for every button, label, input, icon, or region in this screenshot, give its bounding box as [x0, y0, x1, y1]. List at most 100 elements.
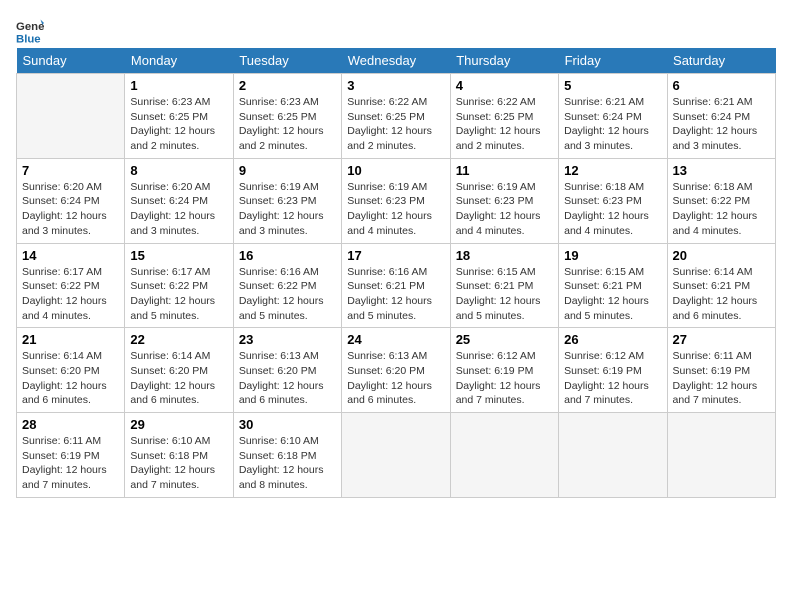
day-number: 27	[673, 332, 770, 347]
calendar-cell	[667, 413, 775, 498]
day-number: 3	[347, 78, 444, 93]
calendar-cell: 16 Sunrise: 6:16 AM Sunset: 6:22 PM Dayli…	[233, 243, 341, 328]
calendar-cell: 9 Sunrise: 6:19 AM Sunset: 6:23 PM Daylig…	[233, 158, 341, 243]
calendar-week-1: 1Sunrise: 6:23 AM Sunset: 6:25 PM Daylig…	[17, 74, 776, 159]
day-info: Sunrise: 6:14 AM Sunset: 6:21 PM Dayligh…	[673, 265, 770, 324]
calendar-week-3: 14Sunrise: 6:17 AM Sunset: 6:22 PM Dayli…	[17, 243, 776, 328]
calendar-cell	[450, 413, 558, 498]
logo-icon: General Blue	[16, 16, 44, 44]
day-info: Sunrise: 6:19 AM Sunset: 6:23 PM Dayligh…	[239, 180, 336, 239]
calendar-cell: 27 Sunrise: 6:11 AM Sunset: 6:19 PM Dayli…	[667, 328, 775, 413]
day-number: 6	[673, 78, 770, 93]
day-number: 15	[130, 248, 227, 263]
day-header-saturday: Saturday	[667, 48, 775, 74]
day-number: 29	[130, 417, 227, 432]
day-info: Sunrise: 6:21 AM Sunset: 6:24 PM Dayligh…	[564, 95, 661, 154]
calendar-cell: 1Sunrise: 6:23 AM Sunset: 6:25 PM Daylig…	[125, 74, 233, 159]
day-info: Sunrise: 6:15 AM Sunset: 6:21 PM Dayligh…	[456, 265, 553, 324]
calendar-cell: 25Sunrise: 6:12 AM Sunset: 6:19 PM Dayli…	[450, 328, 558, 413]
calendar-cell	[342, 413, 450, 498]
calendar-cell: 12 Sunrise: 6:18 AM Sunset: 6:23 PM Dayli…	[559, 158, 667, 243]
day-header-friday: Friday	[559, 48, 667, 74]
calendar-cell: 23 Sunrise: 6:13 AM Sunset: 6:20 PM Dayli…	[233, 328, 341, 413]
day-info: Sunrise: 6:22 AM Sunset: 6:25 PM Dayligh…	[347, 95, 444, 154]
day-number: 5	[564, 78, 661, 93]
day-number: 4	[456, 78, 553, 93]
day-info: Sunrise: 6:10 AM Sunset: 6:18 PM Dayligh…	[239, 434, 336, 493]
calendar-cell: 17Sunrise: 6:16 AM Sunset: 6:21 PM Dayli…	[342, 243, 450, 328]
day-number: 24	[347, 332, 444, 347]
day-number: 17	[347, 248, 444, 263]
day-info: Sunrise: 6:22 AM Sunset: 6:25 PM Dayligh…	[456, 95, 553, 154]
day-info: Sunrise: 6:13 AM Sunset: 6:20 PM Dayligh…	[239, 349, 336, 408]
calendar-week-2: 7Sunrise: 6:20 AM Sunset: 6:24 PM Daylig…	[17, 158, 776, 243]
day-info: Sunrise: 6:14 AM Sunset: 6:20 PM Dayligh…	[22, 349, 119, 408]
day-number: 22	[130, 332, 227, 347]
day-number: 30	[239, 417, 336, 432]
calendar-week-5: 28 Sunrise: 6:11 AM Sunset: 6:19 PM Dayli…	[17, 413, 776, 498]
day-number: 13	[673, 163, 770, 178]
day-info: Sunrise: 6:11 AM Sunset: 6:19 PM Dayligh…	[22, 434, 119, 493]
calendar-cell: 2 Sunrise: 6:23 AM Sunset: 6:25 PM Daylig…	[233, 74, 341, 159]
logo: General Blue	[16, 16, 48, 44]
day-number: 19	[564, 248, 661, 263]
calendar-cell: 4 Sunrise: 6:22 AM Sunset: 6:25 PM Daylig…	[450, 74, 558, 159]
day-info: Sunrise: 6:19 AM Sunset: 6:23 PM Dayligh…	[347, 180, 444, 239]
day-info: Sunrise: 6:17 AM Sunset: 6:22 PM Dayligh…	[22, 265, 119, 324]
day-header-wednesday: Wednesday	[342, 48, 450, 74]
day-number: 12	[564, 163, 661, 178]
calendar-cell: 5 Sunrise: 6:21 AM Sunset: 6:24 PM Daylig…	[559, 74, 667, 159]
calendar-header-row: SundayMondayTuesdayWednesdayThursdayFrid…	[17, 48, 776, 74]
calendar-cell: 10 Sunrise: 6:19 AM Sunset: 6:23 PM Dayli…	[342, 158, 450, 243]
day-info: Sunrise: 6:23 AM Sunset: 6:25 PM Dayligh…	[239, 95, 336, 154]
calendar-cell: 21Sunrise: 6:14 AM Sunset: 6:20 PM Dayli…	[17, 328, 125, 413]
svg-text:Blue: Blue	[16, 33, 41, 44]
day-number: 28	[22, 417, 119, 432]
day-info: Sunrise: 6:17 AM Sunset: 6:22 PM Dayligh…	[130, 265, 227, 324]
day-header-thursday: Thursday	[450, 48, 558, 74]
day-number: 2	[239, 78, 336, 93]
calendar-cell: 3 Sunrise: 6:22 AM Sunset: 6:25 PM Daylig…	[342, 74, 450, 159]
day-info: Sunrise: 6:21 AM Sunset: 6:24 PM Dayligh…	[673, 95, 770, 154]
calendar-cell	[17, 74, 125, 159]
day-info: Sunrise: 6:18 AM Sunset: 6:22 PM Dayligh…	[673, 180, 770, 239]
page-header: General Blue	[16, 16, 776, 44]
calendar-cell: 15 Sunrise: 6:17 AM Sunset: 6:22 PM Dayli…	[125, 243, 233, 328]
calendar-cell: 18 Sunrise: 6:15 AM Sunset: 6:21 PM Dayli…	[450, 243, 558, 328]
calendar-cell: 8 Sunrise: 6:20 AM Sunset: 6:24 PM Daylig…	[125, 158, 233, 243]
calendar-cell: 19Sunrise: 6:15 AM Sunset: 6:21 PM Dayli…	[559, 243, 667, 328]
calendar-cell: 14Sunrise: 6:17 AM Sunset: 6:22 PM Dayli…	[17, 243, 125, 328]
day-number: 10	[347, 163, 444, 178]
day-info: Sunrise: 6:11 AM Sunset: 6:19 PM Dayligh…	[673, 349, 770, 408]
day-number: 11	[456, 163, 553, 178]
day-info: Sunrise: 6:20 AM Sunset: 6:24 PM Dayligh…	[130, 180, 227, 239]
calendar-cell	[559, 413, 667, 498]
day-number: 18	[456, 248, 553, 263]
day-info: Sunrise: 6:16 AM Sunset: 6:22 PM Dayligh…	[239, 265, 336, 324]
calendar-cell: 7Sunrise: 6:20 AM Sunset: 6:24 PM Daylig…	[17, 158, 125, 243]
day-header-sunday: Sunday	[17, 48, 125, 74]
calendar-cell: 6 Sunrise: 6:21 AM Sunset: 6:24 PM Daylig…	[667, 74, 775, 159]
calendar-week-4: 21Sunrise: 6:14 AM Sunset: 6:20 PM Dayli…	[17, 328, 776, 413]
svg-text:General: General	[16, 21, 44, 33]
calendar-table: SundayMondayTuesdayWednesdayThursdayFrid…	[16, 48, 776, 498]
calendar-cell: 29 Sunrise: 6:10 AM Sunset: 6:18 PM Dayli…	[125, 413, 233, 498]
calendar-cell: 20Sunrise: 6:14 AM Sunset: 6:21 PM Dayli…	[667, 243, 775, 328]
calendar-cell: 26Sunrise: 6:12 AM Sunset: 6:19 PM Dayli…	[559, 328, 667, 413]
day-number: 8	[130, 163, 227, 178]
day-info: Sunrise: 6:23 AM Sunset: 6:25 PM Dayligh…	[130, 95, 227, 154]
day-info: Sunrise: 6:12 AM Sunset: 6:19 PM Dayligh…	[564, 349, 661, 408]
day-info: Sunrise: 6:13 AM Sunset: 6:20 PM Dayligh…	[347, 349, 444, 408]
calendar-cell: 24 Sunrise: 6:13 AM Sunset: 6:20 PM Dayli…	[342, 328, 450, 413]
calendar-cell: 28 Sunrise: 6:11 AM Sunset: 6:19 PM Dayli…	[17, 413, 125, 498]
day-number: 9	[239, 163, 336, 178]
day-info: Sunrise: 6:18 AM Sunset: 6:23 PM Dayligh…	[564, 180, 661, 239]
calendar-cell: 11 Sunrise: 6:19 AM Sunset: 6:23 PM Dayli…	[450, 158, 558, 243]
day-info: Sunrise: 6:10 AM Sunset: 6:18 PM Dayligh…	[130, 434, 227, 493]
day-header-tuesday: Tuesday	[233, 48, 341, 74]
day-info: Sunrise: 6:14 AM Sunset: 6:20 PM Dayligh…	[130, 349, 227, 408]
day-info: Sunrise: 6:12 AM Sunset: 6:19 PM Dayligh…	[456, 349, 553, 408]
day-number: 23	[239, 332, 336, 347]
day-info: Sunrise: 6:19 AM Sunset: 6:23 PM Dayligh…	[456, 180, 553, 239]
day-number: 16	[239, 248, 336, 263]
